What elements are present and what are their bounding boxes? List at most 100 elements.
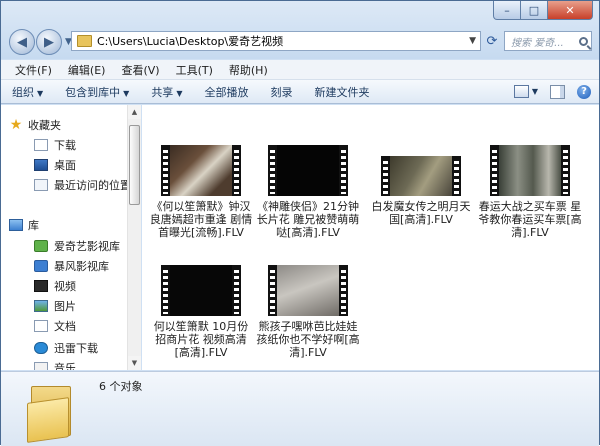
- nav-item-xunlei-downloads[interactable]: 迅雷下载: [34, 338, 98, 358]
- file-item[interactable]: 《何以笙箫默》钟汉良唐嫣超市重逢 剧情首曝光[流畅].FLV: [149, 145, 253, 239]
- menu-view[interactable]: 查看(V): [113, 62, 167, 78]
- refresh-button[interactable]: ⟳: [483, 31, 501, 51]
- menu-file[interactable]: 文件(F): [7, 62, 60, 78]
- address-dropdown-icon[interactable]: ▼: [469, 36, 476, 46]
- share-button[interactable]: 共享 ▼: [140, 84, 193, 100]
- menu-tools[interactable]: 工具(T): [168, 62, 221, 78]
- video-library-icon: [34, 280, 48, 292]
- include-in-library-button[interactable]: 包含到库中 ▼: [54, 84, 140, 100]
- nav-item-desktop[interactable]: 桌面: [34, 155, 76, 175]
- star-icon: ★: [9, 117, 23, 133]
- file-item[interactable]: 白发魔女传之明月天国[高清].FLV: [369, 156, 473, 226]
- caption-buttons: – □ ✕: [493, 1, 593, 20]
- nav-favorites[interactable]: ★ 收藏夹: [9, 115, 61, 135]
- play-all-button[interactable]: 全部播放: [193, 84, 259, 100]
- item-count: 6 个对象: [99, 380, 143, 393]
- file-list: 《何以笙箫默》钟汉良唐嫣超市重逢 剧情首曝光[流畅].FLV 《神雕侠侣》21分…: [142, 105, 599, 370]
- pictures-icon: [34, 300, 48, 312]
- file-item[interactable]: 春运大战之买车票 星爷教你春运买车票[高清].FLV: [478, 145, 582, 239]
- documents-icon: [34, 320, 48, 332]
- search-icon: [579, 36, 588, 46]
- forward-arrow-icon: ▶: [44, 34, 54, 50]
- folder-icon: [77, 35, 92, 47]
- toolbar-right: ▼ ?: [513, 84, 599, 99]
- nav-item-label: 音乐: [54, 362, 76, 370]
- nav-item-label: 图片: [54, 300, 76, 313]
- nav-favorites-label: 收藏夹: [28, 119, 61, 132]
- chevron-down-icon: ▼: [176, 88, 183, 98]
- baofeng-icon: [34, 260, 48, 272]
- back-button[interactable]: ◀: [9, 29, 35, 55]
- iqiyi-icon: [34, 240, 48, 252]
- nav-scrollbar[interactable]: ▲ ▼: [127, 105, 141, 370]
- scroll-down-icon[interactable]: ▼: [128, 356, 141, 370]
- close-button[interactable]: ✕: [548, 1, 593, 20]
- recent-places-icon: [34, 179, 48, 191]
- navigation-pane: ★ 收藏夹 下载 桌面 最近访问的位置 库 爱奇艺影视库 暴风影视库 视频 图片…: [1, 105, 141, 370]
- nav-item-downloads[interactable]: 下载: [34, 135, 76, 155]
- view-dropdown-icon[interactable]: ▼: [532, 87, 538, 96]
- preview-pane-icon[interactable]: [550, 84, 565, 99]
- address-path[interactable]: C:\Users\Lucia\Desktop\爱奇艺视频: [97, 33, 283, 49]
- nav-item-documents[interactable]: 文档: [34, 316, 76, 336]
- details-pane: 6 个对象: [1, 371, 599, 446]
- nav-item-music[interactable]: 音乐: [34, 358, 76, 370]
- video-thumbnail: [268, 265, 348, 316]
- downloads-icon: [34, 139, 48, 151]
- help-icon[interactable]: ?: [577, 84, 591, 99]
- menu-edit[interactable]: 编辑(E): [60, 62, 114, 78]
- nav-item-iqiyi-library[interactable]: 爱奇艺影视库: [34, 236, 120, 256]
- search-box[interactable]: 搜索 爱奇...: [504, 31, 592, 51]
- nav-item-label: 桌面: [54, 159, 76, 172]
- nav-item-label: 视频: [54, 280, 76, 293]
- explorer-window: – □ ✕ ◀ ▶ ▼ C:\Users\Lucia\Desktop\爱奇艺视频…: [0, 0, 600, 446]
- address-bar[interactable]: C:\Users\Lucia\Desktop\爱奇艺视频 ▼: [71, 31, 481, 51]
- file-name: 《何以笙箫默》钟汉良唐嫣超市重逢 剧情首曝光[流畅].FLV: [149, 200, 253, 239]
- minimize-button[interactable]: –: [493, 1, 521, 20]
- file-name: 何以笙箫默 10月份招商片花 视频高清[高清].FLV: [153, 320, 249, 359]
- file-item[interactable]: 何以笙箫默 10月份招商片花 视频高清[高清].FLV: [149, 265, 253, 359]
- chevron-down-icon: ▼: [37, 88, 44, 98]
- maximize-button[interactable]: □: [521, 1, 548, 20]
- file-name: 白发魔女传之明月天国[高清].FLV: [371, 200, 471, 226]
- search-input[interactable]: 搜索 爱奇...: [505, 34, 564, 49]
- nav-item-videos[interactable]: 视频: [34, 276, 76, 296]
- nav-item-label: 爱奇艺影视库: [54, 240, 120, 253]
- menu-bar: 文件(F) 编辑(E) 查看(V) 工具(T) 帮助(H): [1, 60, 599, 80]
- nav-libraries[interactable]: 库: [9, 215, 39, 235]
- new-folder-button[interactable]: 新建文件夹: [303, 84, 380, 100]
- file-item[interactable]: 熊孩子嘿咻芭比娃娃 孩纸你也不学好啊[高清].FLV: [256, 265, 360, 359]
- file-name: 春运大战之买车票 星爷教你春运买车票[高清].FLV: [478, 200, 582, 239]
- file-item[interactable]: 《神雕侠侣》21分钟长片花 雕兄被赞萌萌哒[高清].FLV: [256, 145, 360, 239]
- file-name: 熊孩子嘿咻芭比娃娃 孩纸你也不学好啊[高清].FLV: [256, 320, 360, 359]
- organize-label: 组织: [12, 85, 34, 99]
- title-bar: – □ ✕ ◀ ▶ ▼ C:\Users\Lucia\Desktop\爱奇艺视频…: [1, 1, 599, 59]
- share-label: 共享: [151, 85, 174, 99]
- nav-item-pictures[interactable]: 图片: [34, 296, 76, 316]
- nav-libraries-label: 库: [28, 219, 39, 232]
- scroll-thumb[interactable]: [129, 125, 140, 205]
- refresh-icon: ⟳: [486, 33, 498, 49]
- view-icon[interactable]: [513, 85, 529, 98]
- nav-item-baofeng-library[interactable]: 暴风影视库: [34, 256, 109, 276]
- menu-help[interactable]: 帮助(H): [221, 62, 276, 78]
- file-name: 《神雕侠侣》21分钟长片花 雕兄被赞萌萌哒[高清].FLV: [256, 200, 360, 239]
- organize-button[interactable]: 组织 ▼: [1, 84, 54, 100]
- video-thumbnail: [161, 265, 241, 316]
- nav-item-recent-places[interactable]: 最近访问的位置: [34, 175, 131, 195]
- video-thumbnail: [381, 156, 461, 196]
- music-icon: [34, 362, 48, 370]
- navigation-buttons: ◀ ▶ ▼: [9, 29, 72, 55]
- burn-button[interactable]: 刻录: [259, 84, 303, 100]
- back-arrow-icon: ◀: [17, 34, 27, 50]
- command-bar: 组织 ▼ 包含到库中 ▼ 共享 ▼ 全部播放 刻录 新建文件夹 ▼ ?: [1, 80, 599, 104]
- forward-button[interactable]: ▶: [36, 29, 62, 55]
- library-icon: [9, 219, 23, 231]
- nav-item-label: 文档: [54, 320, 76, 333]
- video-thumbnail: [268, 145, 348, 196]
- video-thumbnail: [161, 145, 241, 196]
- include-in-library-label: 包含到库中: [65, 85, 121, 99]
- nav-item-label: 最近访问的位置: [54, 179, 131, 192]
- desktop-icon: [34, 159, 48, 171]
- scroll-up-icon[interactable]: ▲: [128, 105, 141, 119]
